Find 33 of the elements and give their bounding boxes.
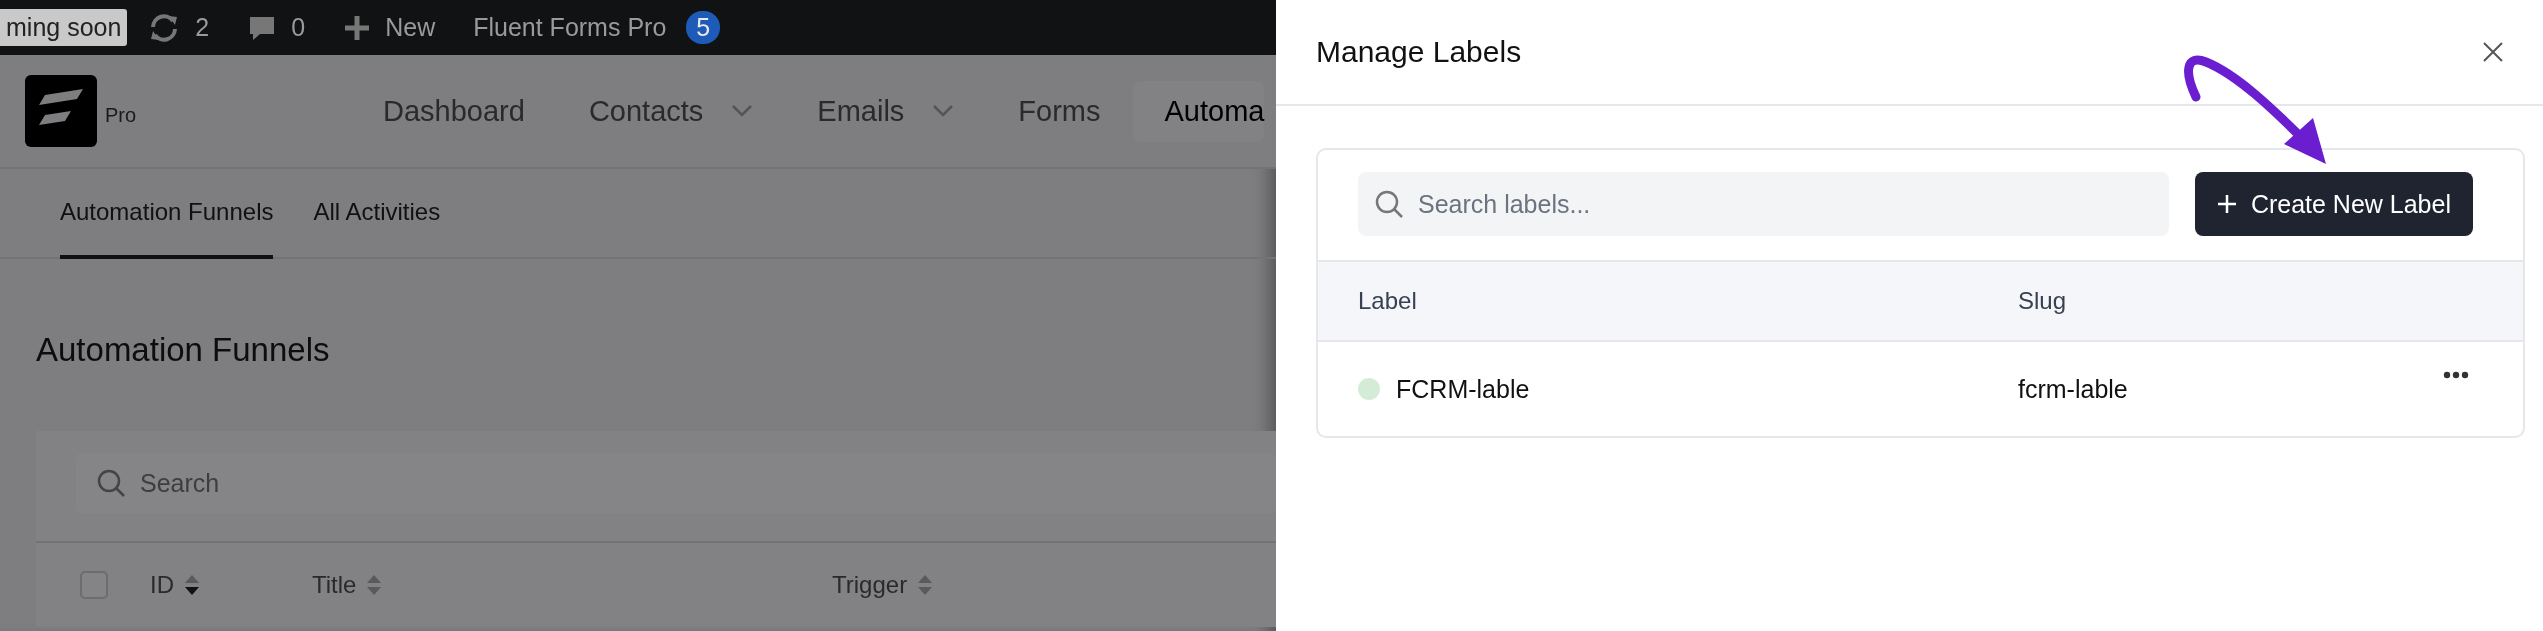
plugin-link[interactable]: Fluent Forms Pro <box>473 13 667 42</box>
comments-count[interactable]: 0 <box>291 13 306 42</box>
edition-label: Pro <box>105 104 137 127</box>
nav-item[interactable]: Forms <box>986 80 1133 142</box>
plus-icon <box>343 13 372 42</box>
column-header: Trigger <box>832 571 908 599</box>
sort-icon[interactable] <box>184 574 200 596</box>
count-badge: 5 <box>686 11 721 44</box>
tab[interactable]: All Activities <box>313 169 441 259</box>
nav-item[interactable]: Automa <box>1132 80 1265 142</box>
column-header: ID <box>150 571 174 599</box>
nav-item[interactable]: Emails <box>785 80 987 142</box>
nav-item[interactable]: Contacts <box>556 80 786 142</box>
search-icon <box>1374 189 1404 219</box>
nav-item[interactable]: Dashboard <box>351 80 557 142</box>
column-header: Slug <box>2018 287 2068 315</box>
search-field[interactable]: Search labels... <box>1358 172 2169 236</box>
close-icon[interactable] <box>2481 40 2505 64</box>
column-header: Title <box>312 571 357 599</box>
plus-icon <box>2216 194 2237 214</box>
updates-count[interactable]: 2 <box>195 13 210 42</box>
more-icon[interactable] <box>2443 371 2469 379</box>
drawer-title: Manage Labels <box>1316 35 1522 69</box>
logo-icon[interactable] <box>25 75 97 147</box>
label-slug: fcrm-lable <box>2018 374 2129 404</box>
status-badge[interactable]: ming soon <box>0 9 128 46</box>
label-name: FCRM-lable <box>1396 374 1530 404</box>
page-title: Automation Funnels <box>36 331 331 369</box>
tab[interactable]: Automation Funnels <box>60 169 274 259</box>
column-header: Label <box>1358 287 1418 315</box>
create-label-button[interactable]: Create New Label <box>2194 172 2473 236</box>
search-icon <box>96 468 126 498</box>
new-link[interactable]: New <box>385 13 436 42</box>
